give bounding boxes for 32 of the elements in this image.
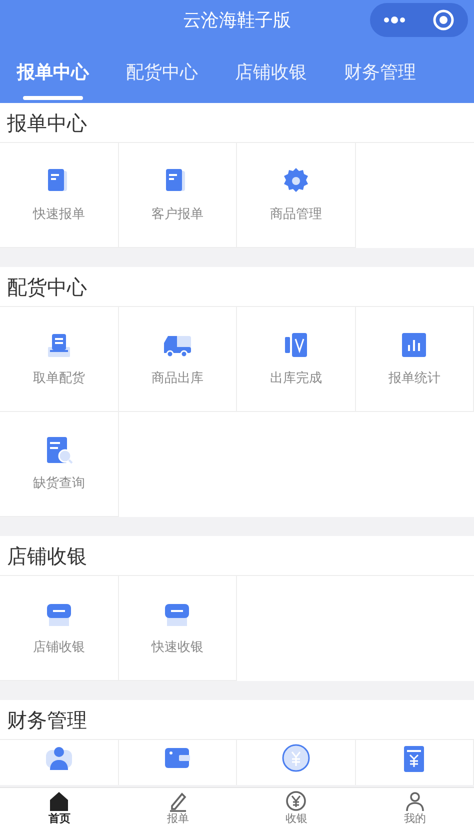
- home-icon: [48, 790, 70, 812]
- menu-tile[interactable]: 出库完成: [237, 307, 356, 412]
- tab[interactable]: 报单中心: [17, 42, 89, 103]
- menu-tile[interactable]: 商品出库: [118, 307, 237, 412]
- menu-tile[interactable]: 商品管理: [237, 143, 356, 248]
- bar-chart-icon: [400, 331, 428, 359]
- nav-item[interactable]: 报单: [118, 788, 237, 830]
- gear-icon: [282, 167, 310, 195]
- menu-tile[interactable]: 客户报单: [118, 143, 237, 248]
- cash-icon: [285, 790, 308, 812]
- nav-item[interactable]: 我的: [356, 788, 474, 830]
- tab[interactable]: 配货中心: [126, 42, 198, 103]
- nav-item[interactable]: 首页: [0, 788, 118, 830]
- menu-tile[interactable]: 报单统计: [356, 307, 474, 412]
- window-title: 云沧海鞋子版: [183, 10, 291, 31]
- search-icon: [44, 436, 73, 464]
- menu-tile[interactable]: 店铺收银: [0, 576, 118, 681]
- tab[interactable]: 店铺收银: [235, 42, 307, 103]
- section-title: 报单中心: [0, 103, 474, 143]
- menu-tile[interactable]: 快速收银: [118, 576, 237, 681]
- section-title: 财务管理: [0, 700, 474, 740]
- menu-tile[interactable]: 取单配货: [0, 307, 118, 412]
- person-icon: [404, 790, 426, 812]
- section-title: 店铺收银: [0, 536, 474, 576]
- menu-tile[interactable]: 缺货查询: [0, 412, 118, 517]
- person-icon: [44, 744, 73, 772]
- menu-tile[interactable]: 快速报单: [0, 143, 118, 248]
- coin-icon: [282, 744, 310, 772]
- section-title: 配货中心: [0, 267, 474, 307]
- tab[interactable]: 财务管理: [344, 42, 416, 103]
- nav-item[interactable]: 收银: [237, 788, 356, 830]
- capsule-menu[interactable]: [370, 3, 468, 37]
